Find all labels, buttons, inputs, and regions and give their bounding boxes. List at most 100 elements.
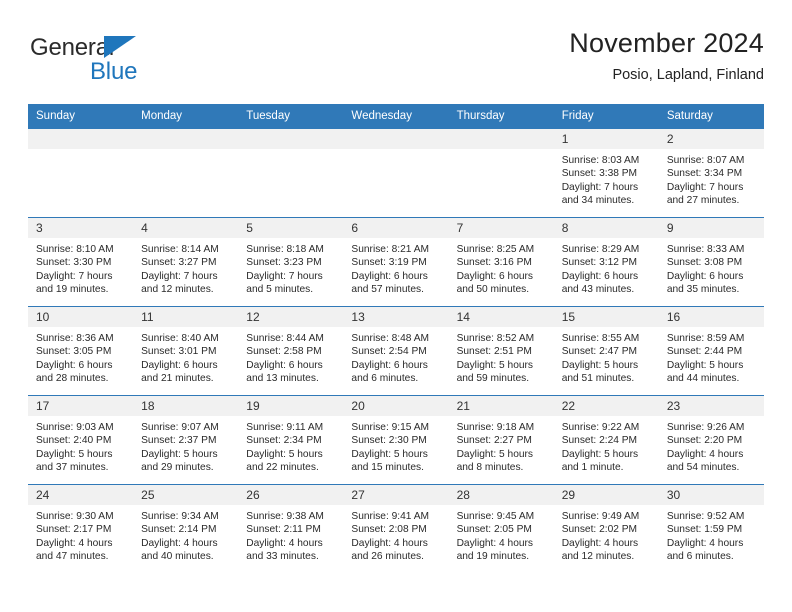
day-details: Sunrise: 8:18 AM Sunset: 3:23 PM Daylight:… bbox=[238, 238, 343, 297]
weekday-header-monday: Monday bbox=[133, 104, 239, 129]
calendar-day-cell[interactable]: 13 Sunrise: 8:48 AM Sunset: 2:54 PM Dayligh… bbox=[343, 306, 449, 396]
calendar-day-cell[interactable]: 8 Sunrise: 8:29 AM Sunset: 3:12 PM Daylight… bbox=[553, 217, 659, 307]
day-details: Sunrise: 9:26 AM Sunset: 2:20 PM Daylight:… bbox=[659, 416, 764, 475]
calendar-day-cell[interactable]: 21 Sunrise: 9:18 AM Sunset: 2:27 PM Dayligh… bbox=[448, 395, 554, 485]
daylight-duration-line1: Daylight: 5 hours bbox=[456, 448, 534, 460]
daylight-duration-line2: and 50 minutes. bbox=[456, 284, 530, 296]
sunrise-time: Sunrise: 8:03 AM bbox=[561, 155, 640, 166]
brand-logo[interactable]: General Blue bbox=[30, 36, 250, 92]
calendar-day-cell[interactable]: 2 Sunrise: 8:07 AM Sunset: 3:34 PM Daylight… bbox=[658, 128, 764, 218]
calendar-day-cell[interactable]: 22 Sunrise: 9:22 AM Sunset: 2:24 PM Dayligh… bbox=[553, 395, 659, 485]
calendar-grid: Sunday Monday Tuesday Wednesday Thursday… bbox=[28, 104, 764, 574]
calendar-day-cell[interactable]: 25 Sunrise: 9:34 AM Sunset: 2:14 PM Dayligh… bbox=[133, 484, 239, 574]
day-details: Sunrise: 9:41 AM Sunset: 2:08 PM Daylight:… bbox=[343, 505, 448, 564]
day-details: Sunrise: 9:52 AM Sunset: 1:59 PM Daylight:… bbox=[659, 505, 764, 564]
calendar-day-cell[interactable]: 24 Sunrise: 9:30 AM Sunset: 2:17 PM Dayligh… bbox=[28, 484, 134, 574]
daylight-duration-line2: and 28 minutes. bbox=[36, 373, 109, 385]
brand-name-general: General bbox=[30, 34, 114, 61]
calendar-day-cell[interactable]: 12 Sunrise: 8:44 AM Sunset: 2:58 PM Dayligh… bbox=[238, 306, 344, 396]
calendar-day-cell[interactable]: 19 Sunrise: 9:11 AM Sunset: 2:34 PM Dayligh… bbox=[238, 395, 344, 485]
sunrise-time: Sunrise: 8:33 AM bbox=[666, 244, 745, 255]
daylight-duration-line2: and 22 minutes. bbox=[246, 462, 319, 474]
sunset-time: Sunset: 1:59 PM bbox=[666, 524, 743, 536]
calendar-table: Sunday Monday Tuesday Wednesday Thursday… bbox=[28, 104, 764, 574]
day-number: 9 bbox=[658, 218, 764, 238]
calendar-day-cell[interactable]: 17 Sunrise: 9:03 AM Sunset: 2:40 PM Dayligh… bbox=[28, 395, 134, 485]
calendar-day-cell[interactable]: 3 Sunrise: 8:10 AM Sunset: 3:30 PM Daylight… bbox=[28, 217, 134, 307]
calendar-day-cell-empty bbox=[238, 128, 344, 218]
page-title: November 2024 bbox=[569, 28, 764, 58]
day-number: 21 bbox=[448, 396, 554, 416]
calendar-day-cell[interactable]: 23 Sunrise: 9:26 AM Sunset: 2:20 PM Dayligh… bbox=[658, 395, 764, 485]
day-number: 26 bbox=[238, 485, 344, 505]
day-details: Sunrise: 9:11 AM Sunset: 2:34 PM Daylight:… bbox=[238, 416, 343, 475]
daylight-duration-line2: and 15 minutes. bbox=[351, 462, 424, 474]
daylight-duration-line1: Daylight: 4 hours bbox=[36, 537, 113, 549]
day-number: 14 bbox=[448, 307, 554, 327]
calendar-day-cell[interactable]: 6 Sunrise: 8:21 AM Sunset: 3:19 PM Daylight… bbox=[343, 217, 449, 307]
daylight-duration-line2: and 59 minutes. bbox=[456, 373, 530, 385]
calendar-day-cell[interactable]: 29 Sunrise: 9:49 AM Sunset: 2:02 PM Dayligh… bbox=[553, 484, 659, 574]
sunset-time: Sunset: 3:05 PM bbox=[36, 346, 112, 358]
day-number bbox=[448, 129, 554, 149]
calendar-day-cell-empty bbox=[448, 128, 554, 218]
daylight-duration-line2: and 44 minutes. bbox=[666, 373, 740, 385]
daylight-duration-line1: Daylight: 4 hours bbox=[351, 537, 428, 549]
sunrise-time: Sunrise: 8:55 AM bbox=[561, 333, 640, 344]
title-block: November 2024 Posio, Lapland, Finland bbox=[569, 28, 764, 84]
sunset-time: Sunset: 3:23 PM bbox=[246, 257, 322, 269]
day-number: 4 bbox=[133, 218, 239, 238]
sunrise-time: Sunrise: 8:40 AM bbox=[141, 333, 219, 344]
day-number: 23 bbox=[658, 396, 764, 416]
daylight-duration-line2: and 19 minutes. bbox=[456, 551, 530, 563]
day-details: Sunrise: 8:29 AM Sunset: 3:12 PM Daylight:… bbox=[554, 238, 659, 297]
calendar-day-cell[interactable]: 27 Sunrise: 9:41 AM Sunset: 2:08 PM Dayligh… bbox=[343, 484, 449, 574]
calendar-day-cell[interactable]: 7 Sunrise: 8:25 AM Sunset: 3:16 PM Daylight… bbox=[448, 217, 554, 307]
calendar-day-cell[interactable]: 18 Sunrise: 9:07 AM Sunset: 2:37 PM Dayligh… bbox=[133, 395, 239, 485]
day-details: Sunrise: 8:07 AM Sunset: 3:34 PM Daylight:… bbox=[659, 149, 764, 208]
daylight-duration-line1: Daylight: 4 hours bbox=[456, 537, 534, 549]
daylight-duration-line1: Daylight: 6 hours bbox=[36, 359, 113, 371]
calendar-week-row: 1 Sunrise: 8:03 AM Sunset: 3:38 PM Daylight… bbox=[28, 128, 764, 218]
calendar-day-cell[interactable]: 30 Sunrise: 9:52 AM Sunset: 1:59 PM Dayligh… bbox=[658, 484, 764, 574]
daylight-duration-line2: and 51 minutes. bbox=[561, 373, 635, 385]
day-number: 29 bbox=[553, 485, 659, 505]
day-number: 5 bbox=[238, 218, 344, 238]
day-number: 30 bbox=[658, 485, 764, 505]
calendar-day-cell[interactable]: 5 Sunrise: 8:18 AM Sunset: 3:23 PM Daylight… bbox=[238, 217, 344, 307]
sunset-time: Sunset: 2:40 PM bbox=[36, 435, 112, 447]
day-details: Sunrise: 9:22 AM Sunset: 2:24 PM Daylight:… bbox=[554, 416, 659, 475]
daylight-duration-line1: Daylight: 7 hours bbox=[141, 270, 218, 282]
calendar-day-cell[interactable]: 9 Sunrise: 8:33 AM Sunset: 3:08 PM Daylight… bbox=[658, 217, 764, 307]
calendar-day-cell[interactable]: 16 Sunrise: 8:59 AM Sunset: 2:44 PM Dayligh… bbox=[658, 306, 764, 396]
day-details: Sunrise: 8:52 AM Sunset: 2:51 PM Daylight:… bbox=[449, 327, 554, 386]
calendar-day-cell-empty bbox=[343, 128, 449, 218]
daylight-duration-line1: Daylight: 5 hours bbox=[351, 448, 428, 460]
sunset-time: Sunset: 3:08 PM bbox=[666, 257, 743, 269]
calendar-day-cell[interactable]: 11 Sunrise: 8:40 AM Sunset: 3:01 PM Dayligh… bbox=[133, 306, 239, 396]
day-details: Sunrise: 9:03 AM Sunset: 2:40 PM Daylight:… bbox=[28, 416, 133, 475]
calendar-day-cell[interactable]: 14 Sunrise: 8:52 AM Sunset: 2:51 PM Dayligh… bbox=[448, 306, 554, 396]
day-details: Sunrise: 8:59 AM Sunset: 2:44 PM Daylight:… bbox=[659, 327, 764, 386]
sunset-time: Sunset: 2:05 PM bbox=[456, 524, 532, 536]
calendar-week-row: 10 Sunrise: 8:36 AM Sunset: 3:05 PM Dayligh… bbox=[28, 306, 764, 396]
daylight-duration-line2: and 29 minutes. bbox=[141, 462, 214, 474]
calendar-day-cell[interactable]: 20 Sunrise: 9:15 AM Sunset: 2:30 PM Dayligh… bbox=[343, 395, 449, 485]
day-details: Sunrise: 8:10 AM Sunset: 3:30 PM Daylight:… bbox=[28, 238, 133, 297]
sunrise-time: Sunrise: 9:49 AM bbox=[561, 511, 640, 522]
day-number: 10 bbox=[28, 307, 134, 327]
sunset-time: Sunset: 2:24 PM bbox=[561, 435, 638, 447]
calendar-day-cell[interactable]: 4 Sunrise: 8:14 AM Sunset: 3:27 PM Daylight… bbox=[133, 217, 239, 307]
calendar-day-cell[interactable]: 28 Sunrise: 9:45 AM Sunset: 2:05 PM Dayligh… bbox=[448, 484, 554, 574]
calendar-day-cell[interactable]: 1 Sunrise: 8:03 AM Sunset: 3:38 PM Daylight… bbox=[553, 128, 659, 218]
daylight-duration-line1: Daylight: 7 hours bbox=[246, 270, 323, 282]
daylight-duration-line1: Daylight: 4 hours bbox=[141, 537, 218, 549]
sunrise-time: Sunrise: 9:45 AM bbox=[456, 511, 535, 522]
day-number bbox=[28, 129, 134, 149]
page-subtitle: Posio, Lapland, Finland bbox=[612, 67, 764, 84]
day-details: Sunrise: 9:45 AM Sunset: 2:05 PM Daylight:… bbox=[449, 505, 554, 564]
calendar-day-cell[interactable]: 26 Sunrise: 9:38 AM Sunset: 2:11 PM Dayligh… bbox=[238, 484, 344, 574]
sunrise-time: Sunrise: 9:07 AM bbox=[141, 422, 219, 433]
calendar-day-cell[interactable]: 15 Sunrise: 8:55 AM Sunset: 2:47 PM Dayligh… bbox=[553, 306, 659, 396]
calendar-day-cell[interactable]: 10 Sunrise: 8:36 AM Sunset: 3:05 PM Dayligh… bbox=[28, 306, 134, 396]
